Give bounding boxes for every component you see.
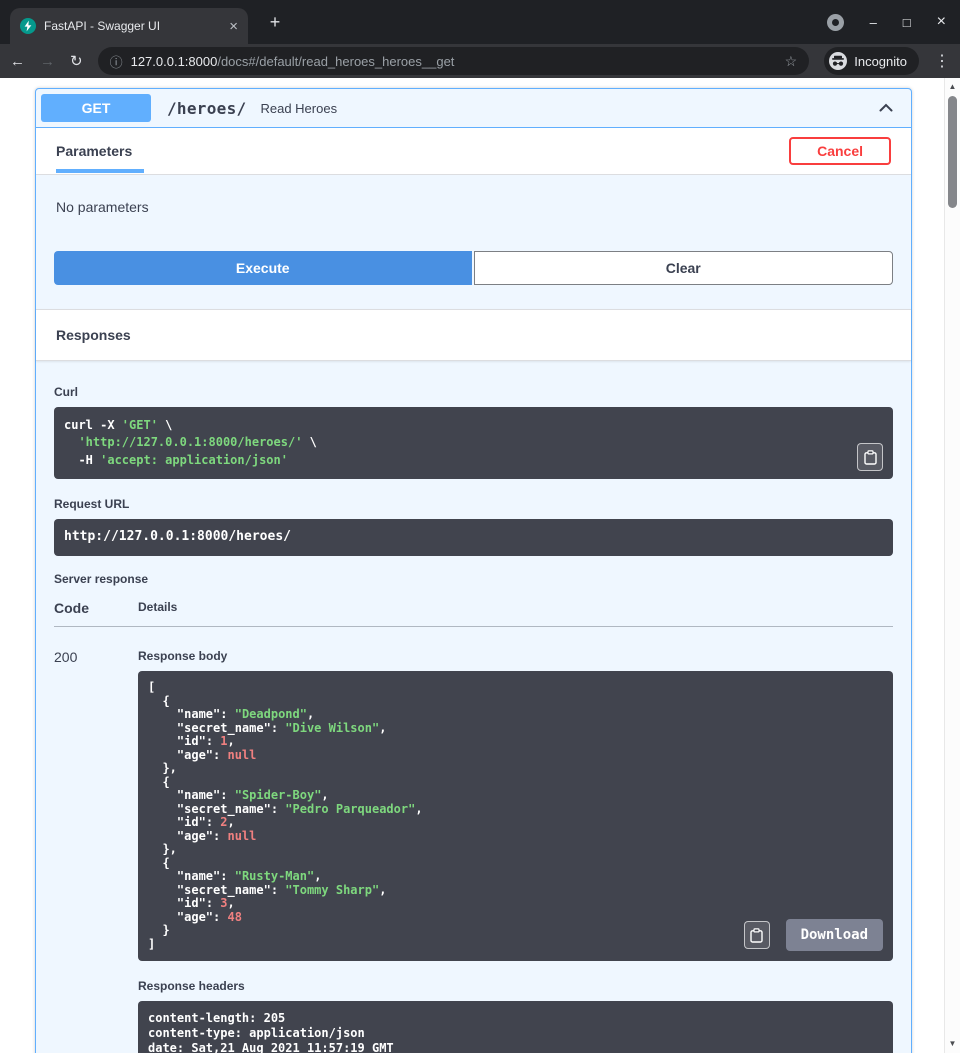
incognito-icon <box>829 52 847 70</box>
maximize-button[interactable]: □ <box>903 16 911 29</box>
status-code: 200 <box>54 649 138 1053</box>
screen: { "browser": { "tab": { "title": "FastAP… <box>0 0 960 1053</box>
header-line: content-type: application/json <box>148 1026 883 1041</box>
endpoint-path: /heroes/ <box>167 99 246 118</box>
header-line: content-length: 205 <box>148 1011 883 1026</box>
fastapi-favicon-icon <box>20 18 36 34</box>
code-line: -H 'accept: application/json' <box>64 452 883 469</box>
request-url-value: http://127.0.0.1:8000/heroes/ <box>64 529 291 544</box>
incognito-label: Incognito <box>854 54 907 69</box>
new-tab-button[interactable]: + <box>263 10 287 34</box>
code-line: { <box>148 857 883 871</box>
tab-title: FastAPI - Swagger UI <box>44 19 221 33</box>
code-line: }, <box>148 762 883 776</box>
back-button[interactable]: ← <box>10 54 25 69</box>
code-line: }, <box>148 843 883 857</box>
details-column-header: Details <box>138 600 893 616</box>
address-bar[interactable]: ⓘ 127.0.0.1:8000/docs#/default/read_hero… <box>98 47 810 75</box>
scrollbar-down-icon[interactable]: ▼ <box>945 1037 960 1051</box>
responses-title: Responses <box>36 309 911 361</box>
bookmark-star-icon[interactable]: ☆ <box>785 53 798 70</box>
code-line: curl -X 'GET' \ <box>64 417 883 434</box>
no-parameters-text: No parameters <box>36 175 911 251</box>
request-url-block: http://127.0.0.1:8000/heroes/ <box>54 519 893 556</box>
curl-label: Curl <box>54 385 893 399</box>
code-line: "secret_name": "Pedro Parqueador", <box>148 803 883 817</box>
response-body-actions: Download <box>744 919 883 951</box>
url-host: 127.0.0.1:8000 <box>131 54 218 69</box>
close-button[interactable]: × <box>937 14 946 30</box>
copy-response-button[interactable] <box>744 921 770 949</box>
code-line: "secret_name": "Tommy Sharp", <box>148 884 883 898</box>
window-controls: – □ × <box>827 0 946 44</box>
curl-code: curl -X 'GET' \ 'http://127.0.0.1:8000/h… <box>64 417 883 469</box>
update-icon[interactable] <box>827 14 844 31</box>
clipboard-icon <box>750 928 763 943</box>
code-line: 'http://127.0.0.1:8000/heroes/' \ <box>64 434 883 451</box>
response-headers-label: Response headers <box>138 979 893 993</box>
header-line: date: Sat,21 Aug 2021 11:57:19 GMT <box>148 1041 883 1053</box>
incognito-badge: Incognito <box>824 47 919 75</box>
code-line: "id": 1, <box>148 735 883 749</box>
method-badge: GET <box>41 94 151 122</box>
tab-close-icon[interactable]: × <box>229 19 238 34</box>
response-details: Response body [ { "name": "Deadpond", "s… <box>138 649 893 1053</box>
clipboard-icon <box>864 450 877 465</box>
tab-parameters[interactable]: Parameters <box>56 143 132 159</box>
request-url-label: Request URL <box>54 497 893 511</box>
response-body-block: [ { "name": "Deadpond", "secret_name": "… <box>138 671 893 961</box>
page-content: GET /heroes/ Read Heroes Parameters Canc… <box>0 78 960 1053</box>
browser-tab[interactable]: FastAPI - Swagger UI × <box>10 8 248 44</box>
code-line: "name": "Spider-Boy", <box>148 789 883 803</box>
code-line: [ <box>148 681 883 695</box>
code-line: "name": "Rusty-Man", <box>148 870 883 884</box>
response-body-code: [ { "name": "Deadpond", "secret_name": "… <box>148 681 883 951</box>
code-line: { <box>148 776 883 790</box>
execute-button[interactable]: Execute <box>54 251 472 285</box>
opblock-get: GET /heroes/ Read Heroes Parameters Canc… <box>35 88 912 1053</box>
code-line: "secret_name": "Dive Wilson", <box>148 722 883 736</box>
code-line: "age": null <box>148 749 883 763</box>
download-button[interactable]: Download <box>786 919 883 951</box>
responses-section: Curl curl -X 'GET' \ 'http://127.0.0.1:8… <box>36 361 911 1053</box>
site-info-icon[interactable]: ⓘ <box>110 52 123 71</box>
execute-row: Execute Clear <box>36 251 911 309</box>
browser-titlebar: FastAPI - Swagger UI × + – □ × <box>0 0 960 44</box>
response-body-label: Response body <box>138 649 893 663</box>
collapse-chevron-icon[interactable] <box>876 98 896 118</box>
url-path: /docs#/default/read_heroes_heroes__get <box>217 54 454 69</box>
cancel-button[interactable]: Cancel <box>789 137 891 165</box>
code-line: "age": null <box>148 830 883 844</box>
scrollbar-up-icon[interactable]: ▲ <box>945 80 960 94</box>
responses-table-header: Code Details <box>54 600 893 627</box>
scrollbar[interactable]: ▲ ▼ <box>944 78 960 1053</box>
forward-button[interactable]: → <box>40 54 55 69</box>
scrollbar-thumb[interactable] <box>948 96 957 208</box>
url-text: 127.0.0.1:8000/docs#/default/read_heroes… <box>131 54 777 69</box>
browser-toolbar: ← → ↻ ⓘ 127.0.0.1:8000/docs#/default/rea… <box>0 44 960 78</box>
parameters-header: Parameters Cancel <box>36 128 911 175</box>
server-response-label: Server response <box>54 572 893 586</box>
clear-button[interactable]: Clear <box>474 251 894 285</box>
response-row-200: 200 Response body [ { "name": "Deadpond"… <box>54 627 893 1053</box>
curl-block: curl -X 'GET' \ 'http://127.0.0.1:8000/h… <box>54 407 893 479</box>
code-column-header: Code <box>54 600 138 616</box>
minimize-button[interactable]: – <box>870 16 877 29</box>
code-line: "id": 2, <box>148 816 883 830</box>
response-headers-code: content-length: 205content-type: applica… <box>138 1001 893 1053</box>
code-line: "id": 3, <box>148 897 883 911</box>
copy-curl-button[interactable] <box>857 443 883 471</box>
endpoint-summary: Read Heroes <box>260 101 337 116</box>
browser-menu-button[interactable]: ⋮ <box>934 51 950 71</box>
code-line: { <box>148 695 883 709</box>
opblock-summary[interactable]: GET /heroes/ Read Heroes <box>36 89 911 128</box>
code-line: "name": "Deadpond", <box>148 708 883 722</box>
reload-button[interactable]: ↻ <box>70 54 83 69</box>
